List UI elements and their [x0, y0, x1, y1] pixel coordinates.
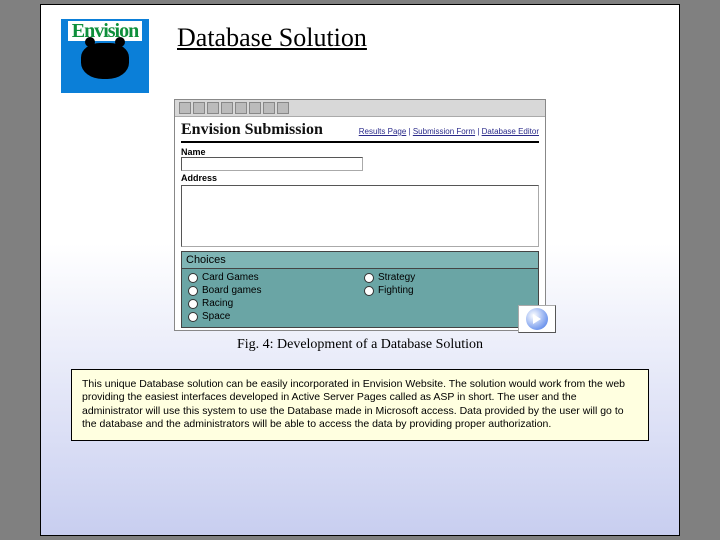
browser-toolbar: [175, 100, 545, 117]
choice-option[interactable]: Card Games: [188, 271, 356, 284]
inkblot-icon: [81, 43, 129, 79]
logo: Envision: [61, 19, 149, 93]
logo-text: Envision: [68, 21, 142, 41]
radio-icon: [188, 312, 198, 322]
radio-icon: [188, 299, 198, 309]
header-row: Envision Database Solution: [61, 19, 659, 93]
next-button[interactable]: [518, 305, 556, 333]
radio-icon: [188, 286, 198, 296]
description-box: This unique Database solution can be eas…: [71, 369, 649, 441]
radio-icon: [364, 286, 374, 296]
slide: Envision Database Solution Envision Subm…: [40, 4, 680, 536]
choices-title: Choices: [182, 252, 538, 269]
radio-icon: [188, 273, 198, 283]
address-input[interactable]: [181, 185, 539, 247]
nav-link-dbeditor[interactable]: Database Editor: [482, 127, 539, 136]
name-label: Name: [181, 147, 539, 157]
nav-link-results[interactable]: Results Page: [359, 127, 407, 136]
choice-option[interactable]: Fighting: [364, 284, 532, 297]
choice-option[interactable]: Racing: [188, 297, 356, 310]
choices-panel: Choices Card Games Board games Racing Sp…: [181, 251, 539, 328]
nav-link-submission[interactable]: Submission Form: [413, 127, 475, 136]
browser-body: Envision Submission Results Page | Submi…: [175, 117, 545, 330]
toolbar-button: [193, 102, 205, 114]
toolbar-button: [263, 102, 275, 114]
toolbar-button: [249, 102, 261, 114]
toolbar-button: [179, 102, 191, 114]
name-input[interactable]: [181, 157, 363, 171]
choice-option[interactable]: Strategy: [364, 271, 532, 284]
browser-screenshot: Envision Submission Results Page | Submi…: [174, 99, 546, 331]
page-title: Database Solution: [177, 23, 367, 53]
nav-links: Results Page | Submission Form | Databas…: [359, 127, 539, 136]
radio-icon: [364, 273, 374, 283]
toolbar-button: [277, 102, 289, 114]
address-label: Address: [181, 173, 539, 183]
figure-caption: Fig. 4: Development of a Database Soluti…: [61, 337, 659, 353]
choice-option[interactable]: Space: [188, 310, 356, 323]
toolbar-button: [221, 102, 233, 114]
toolbar-button: [207, 102, 219, 114]
form-heading: Envision Submission: [181, 121, 323, 139]
choice-option[interactable]: Board games: [188, 284, 356, 297]
arrow-right-icon: [526, 308, 548, 330]
toolbar-button: [235, 102, 247, 114]
